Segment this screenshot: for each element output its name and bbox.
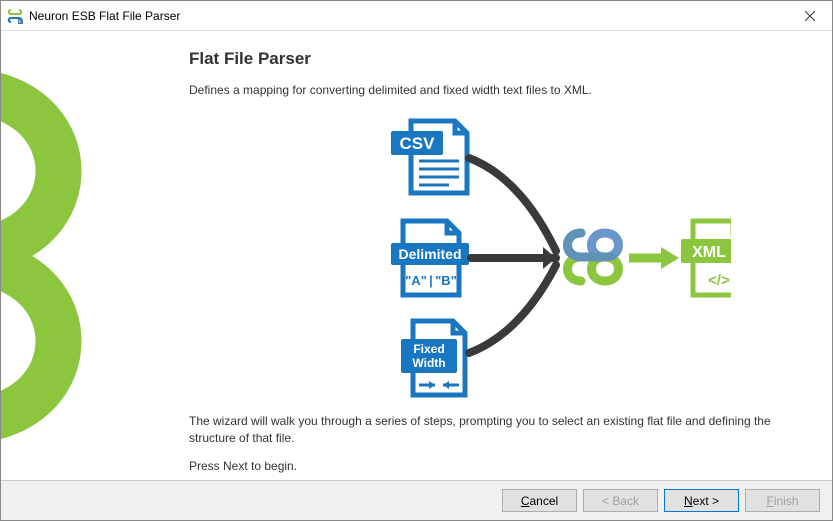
svg-text:Delimited: Delimited xyxy=(398,246,461,262)
neuron-logo-icon xyxy=(567,233,618,281)
description-text: The wizard will walk you through a serie… xyxy=(189,413,812,447)
page-title: Flat File Parser xyxy=(189,49,812,69)
sidebar-graphic xyxy=(1,31,164,480)
app-icon: E xyxy=(7,8,23,24)
svg-text:Fixed: Fixed xyxy=(413,342,444,356)
svg-text:E: E xyxy=(19,19,22,24)
close-icon xyxy=(805,11,815,21)
main-panel: Flat File Parser Defines a mapping for c… xyxy=(164,31,832,480)
close-button[interactable] xyxy=(787,1,832,30)
delimited-file-icon: Delimited "A" | "B" xyxy=(391,221,469,295)
svg-text:Width: Width xyxy=(412,356,445,370)
window-title: Neuron ESB Flat File Parser xyxy=(29,9,787,23)
button-bar: Cancel < Back Next > Finish xyxy=(1,480,832,520)
back-button[interactable]: < Back xyxy=(583,489,658,512)
xml-file-icon: XML </> xyxy=(681,221,731,295)
svg-text:CSV: CSV xyxy=(399,134,435,153)
merge-arrows-icon xyxy=(469,158,556,353)
cancel-button[interactable]: Cancel xyxy=(502,489,577,512)
intro-text: Defines a mapping for converting delimit… xyxy=(189,83,812,97)
svg-text:</>: </> xyxy=(708,272,730,289)
csv-file-icon: CSV xyxy=(391,121,467,193)
output-arrow-icon xyxy=(629,247,679,269)
conversion-diagram: CSV Delimited "A" | "B" Fixe xyxy=(189,113,812,403)
svg-text:XML: XML xyxy=(692,244,726,261)
titlebar: E Neuron ESB Flat File Parser xyxy=(1,1,832,31)
next-button[interactable]: Next > xyxy=(664,489,739,512)
begin-text: Press Next to begin. xyxy=(189,459,812,473)
content-area: Flat File Parser Defines a mapping for c… xyxy=(1,31,832,480)
fixed-width-file-icon: Fixed Width xyxy=(401,321,465,395)
svg-text:|: | xyxy=(429,273,433,288)
finish-button[interactable]: Finish xyxy=(745,489,820,512)
svg-text:"A": "A" xyxy=(405,273,427,288)
svg-text:"B": "B" xyxy=(435,273,457,288)
